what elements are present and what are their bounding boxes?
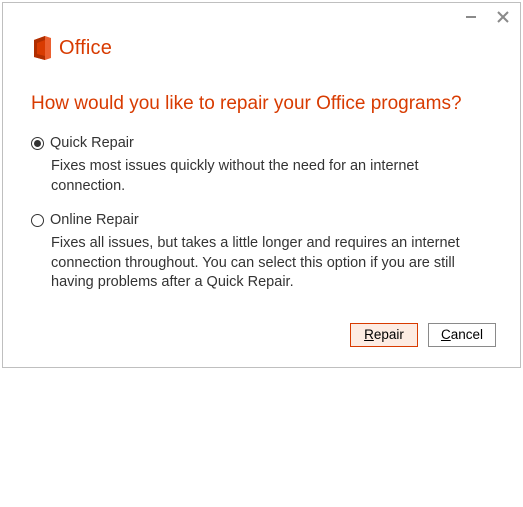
titlebar [3, 3, 520, 27]
close-button[interactable] [494, 8, 512, 26]
option-description: Fixes most issues quickly without the ne… [31, 151, 492, 196]
brand-name: Office [59, 37, 112, 60]
office-logo-icon [31, 35, 53, 61]
options-group: Quick Repair Fixes most issues quickly w… [3, 131, 520, 293]
option-online-repair: Online Repair Fixes all issues, but take… [31, 212, 492, 293]
repair-dialog: Office How would you like to repair your… [2, 2, 521, 368]
option-label: Quick Repair [50, 135, 134, 151]
minimize-button[interactable] [462, 8, 480, 26]
repair-button-rest: epair [374, 327, 404, 342]
cancel-button-rest: ancel [451, 327, 483, 342]
radio-online-repair[interactable]: Online Repair [31, 212, 492, 228]
cancel-button[interactable]: Cancel [428, 323, 496, 347]
option-label: Online Repair [50, 212, 139, 228]
button-row: Repair Cancel [3, 309, 520, 347]
option-description: Fixes all issues, but takes a little lon… [31, 228, 492, 293]
radio-icon [31, 137, 44, 150]
brand-row: Office [3, 27, 520, 61]
radio-icon [31, 214, 44, 227]
radio-quick-repair[interactable]: Quick Repair [31, 135, 492, 151]
close-icon [497, 11, 509, 23]
repair-button[interactable]: Repair [350, 323, 418, 347]
option-quick-repair: Quick Repair Fixes most issues quickly w… [31, 135, 492, 196]
minimize-icon [465, 11, 477, 23]
dialog-heading: How would you like to repair your Office… [3, 61, 520, 131]
